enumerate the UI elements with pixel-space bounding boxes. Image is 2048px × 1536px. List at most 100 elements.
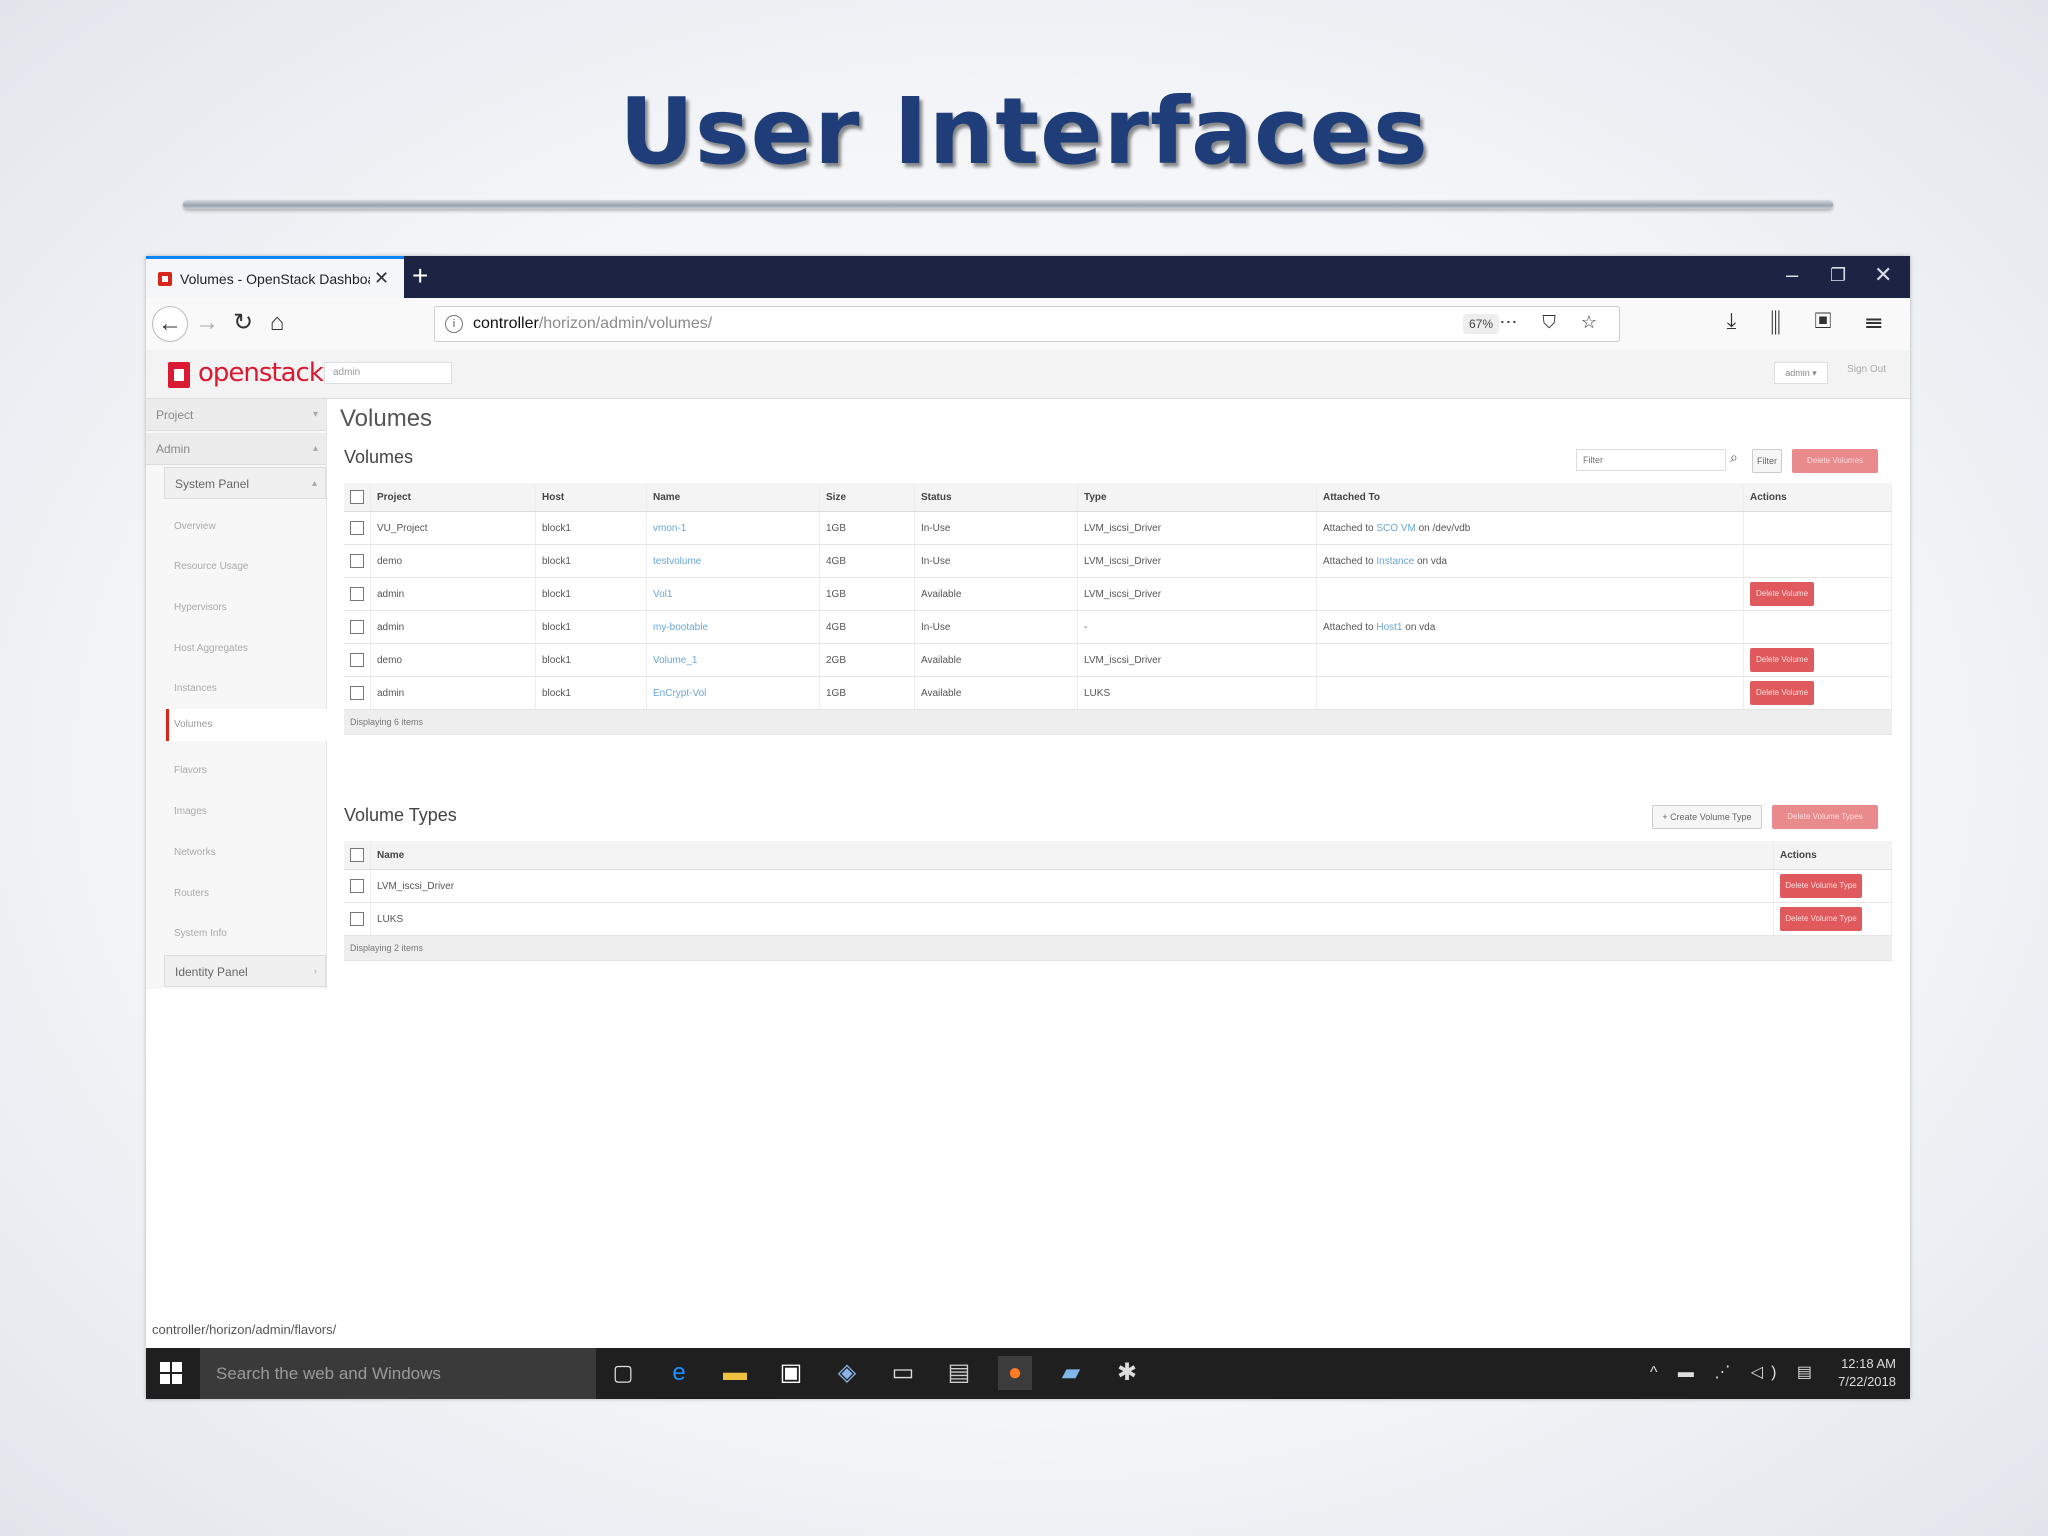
row-checkbox[interactable] xyxy=(344,676,371,710)
row-checkbox[interactable] xyxy=(344,643,371,677)
virtualbox-icon[interactable]: ◈ xyxy=(830,1356,864,1390)
filter-button[interactable]: Filter xyxy=(1752,449,1782,473)
select-all-checkbox[interactable] xyxy=(344,841,371,870)
close-window-button[interactable]: ✕ xyxy=(1874,262,1892,288)
cell-host: block1 xyxy=(535,544,647,578)
sidebar-link-resource-usage[interactable]: Resource Usage xyxy=(174,561,248,572)
volume-name-link[interactable]: Vol1 xyxy=(653,589,672,600)
openstack-logo-text[interactable]: openstack xyxy=(198,358,324,388)
delete-volume-type-button[interactable]: Delete Volume Type xyxy=(1780,907,1862,931)
minimize-button[interactable]: – xyxy=(1786,262,1798,288)
project-selector[interactable]: admin xyxy=(324,362,452,384)
system-tray-icons[interactable]: ^ ▬ ⋰ ◁) ▤ xyxy=(1650,1362,1820,1382)
column-header-attached-to[interactable]: Attached To xyxy=(1316,483,1744,512)
cell-attached-to xyxy=(1316,643,1744,677)
cell-size: 1GB xyxy=(819,676,915,710)
column-header-name[interactable]: Name xyxy=(370,841,1774,870)
attached-instance-link[interactable]: SCO VM xyxy=(1376,523,1415,534)
sidebar-link-system-info[interactable]: System Info xyxy=(174,928,227,939)
zoom-level[interactable]: 67% xyxy=(1462,314,1499,334)
row-checkbox[interactable] xyxy=(344,577,371,611)
new-tab-button[interactable]: + xyxy=(412,260,428,292)
toolbar-icons[interactable]: ⤓ ⫼ ▣ ☰ xyxy=(1727,308,1896,334)
sign-out-link[interactable]: Sign Out xyxy=(1847,364,1886,375)
close-tab-icon[interactable]: ✕ xyxy=(374,268,389,289)
sidebar-link-hypervisors[interactable]: Hypervisors xyxy=(174,602,227,613)
search-icon[interactable]: ⌕ xyxy=(1730,449,1738,466)
attached-instance-link[interactable]: Instance xyxy=(1376,556,1414,567)
delete-volume-button[interactable]: Delete Volume xyxy=(1750,648,1814,672)
sidebar-link-host-aggregates[interactable]: Host Aggregates xyxy=(174,643,248,654)
delete-volume-types-button[interactable]: Delete Volume Types xyxy=(1772,805,1878,829)
edge-browser-icon[interactable]: e xyxy=(662,1356,696,1390)
task-view-icon[interactable]: ▢ xyxy=(606,1356,640,1390)
sidebar-link-overview[interactable]: Overview xyxy=(174,521,216,532)
sidebar-link-images[interactable]: Images xyxy=(174,806,207,817)
cell-project: demo xyxy=(370,544,536,578)
sidebar-label: Identity Panel xyxy=(175,965,248,979)
sidebar-item-project[interactable]: Project ▾ xyxy=(146,399,326,431)
row-checkbox[interactable] xyxy=(344,610,371,644)
settings-app-icon[interactable]: ✱ xyxy=(1110,1356,1144,1390)
column-header-type[interactable]: Type xyxy=(1077,483,1317,512)
page-actions-icons[interactable]: ⋯ ⛉ ☆ xyxy=(1499,312,1607,333)
sidebar-link-flavors[interactable]: Flavors xyxy=(174,765,207,776)
column-header-status[interactable]: Status xyxy=(914,483,1078,512)
row-checkbox[interactable] xyxy=(344,511,371,545)
sidebar-item-system-panel[interactable]: System Panel ▴ xyxy=(164,467,326,499)
taskbar-search-input[interactable]: Search the web and Windows xyxy=(200,1348,596,1399)
delete-volumes-button[interactable]: Delete Volumes xyxy=(1792,449,1878,473)
back-arrow-icon[interactable]: ← xyxy=(152,306,188,342)
sidebar-item-identity-panel[interactable]: Identity Panel › xyxy=(164,955,326,987)
firefox-icon[interactable]: ● xyxy=(998,1356,1032,1390)
column-header-host[interactable]: Host xyxy=(535,483,647,512)
volume-name-link[interactable]: Volume_1 xyxy=(653,655,697,666)
address-bar[interactable]: i controller /horizon/admin/volumes/ 67%… xyxy=(434,306,1620,342)
delete-volume-button[interactable]: Delete Volume xyxy=(1750,582,1814,606)
slide-title: User Interfaces xyxy=(619,78,1429,185)
store-icon[interactable]: ▣ xyxy=(774,1356,808,1390)
sidebar-link-volumes[interactable]: Volumes xyxy=(174,719,212,730)
volume-name-link[interactable]: EnCrypt-Vol xyxy=(653,688,706,699)
row-checkbox[interactable] xyxy=(344,544,371,578)
delete-volume-type-button[interactable]: Delete Volume Type xyxy=(1780,874,1862,898)
browser-tab[interactable]: Volumes - OpenStack Dashboard ✕ xyxy=(146,256,404,298)
sidebar-link-instances[interactable]: Instances xyxy=(174,683,217,694)
table-row: admin block1 Vol1 1GB Available LVM_iscsi_Dri… xyxy=(344,577,1892,611)
column-header-size[interactable]: Size xyxy=(819,483,915,512)
reload-icon[interactable]: ↻ xyxy=(226,306,260,340)
delete-volume-button[interactable]: Delete Volume xyxy=(1750,681,1814,705)
column-header-name[interactable]: Name xyxy=(646,483,820,512)
sidebar-link-routers[interactable]: Routers xyxy=(174,888,209,899)
row-checkbox[interactable] xyxy=(344,902,371,936)
row-checkbox[interactable] xyxy=(344,869,371,903)
cell-attached-to: Attached to Instance on vda xyxy=(1316,544,1744,578)
user-menu[interactable]: admin ▾ xyxy=(1774,362,1828,384)
cell-actions: Delete Volume xyxy=(1743,643,1892,677)
taskbar-clock[interactable]: 12:18 AM 7/22/2018 xyxy=(1838,1355,1896,1391)
chevron-up-icon: ▴ xyxy=(312,443,318,454)
file-explorer-icon[interactable]: ▬ xyxy=(718,1356,752,1390)
home-icon[interactable]: ⌂ xyxy=(260,306,294,340)
openstack-dashboard: openstack admin admin ▾ Sign Out Project… xyxy=(146,350,1910,1340)
openstack-logo-icon[interactable] xyxy=(168,362,190,388)
chevron-up-icon: ▴ xyxy=(311,478,317,489)
site-info-icon[interactable]: i xyxy=(445,315,463,333)
url-host: controller xyxy=(473,315,539,332)
volume-name-link[interactable]: vmon-1 xyxy=(653,523,686,534)
column-header-project[interactable]: Project xyxy=(370,483,536,512)
volume-name-link[interactable]: testvolume xyxy=(653,556,701,567)
notes-app-icon[interactable]: ▰ xyxy=(1054,1356,1088,1390)
forward-arrow-icon[interactable]: → xyxy=(190,306,224,340)
window-app-icon[interactable]: ▭ xyxy=(886,1356,920,1390)
attached-instance-link[interactable]: Host1 xyxy=(1376,622,1402,633)
windows-start-icon[interactable] xyxy=(160,1362,182,1384)
select-all-checkbox[interactable] xyxy=(344,483,371,512)
terminal-icon[interactable]: ▤ xyxy=(942,1356,976,1390)
volume-filter-input[interactable] xyxy=(1576,449,1726,471)
create-volume-type-button[interactable]: + Create Volume Type xyxy=(1652,805,1762,829)
restore-button[interactable]: ❐ xyxy=(1830,265,1846,286)
volume-name-link[interactable]: my-bootable xyxy=(653,622,708,633)
sidebar-link-networks[interactable]: Networks xyxy=(174,847,216,858)
sidebar-item-admin[interactable]: Admin ▴ xyxy=(146,433,326,465)
